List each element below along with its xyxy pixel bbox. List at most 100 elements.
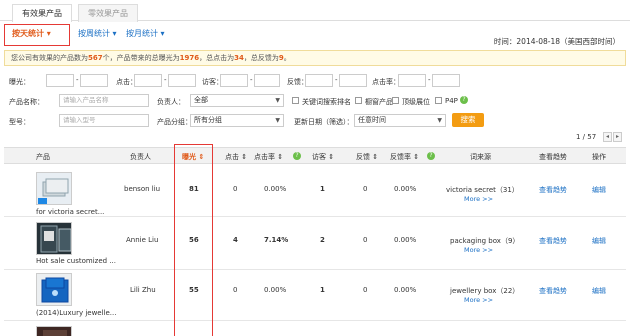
visitors-cell: 1 — [320, 286, 325, 294]
table-row: for victoria secret... benson liu 81 0 0… — [4, 164, 626, 217]
help-icon[interactable]: ? — [460, 96, 468, 104]
time-label: 时间：2014-08-18（美国西部时间） — [493, 37, 620, 46]
showcase-label: 橱窗产品 — [365, 98, 393, 106]
range-dash: - — [428, 76, 431, 84]
product-name[interactable]: for victoria secret... — [36, 208, 104, 216]
feedback-rate-cell: 0.00% — [394, 236, 417, 244]
help-icon[interactable]: ? — [427, 152, 435, 160]
product-count: 567 — [88, 54, 103, 62]
summary-notice: 您公司有效果的产品数为567个，产品带来的总曝光为1976，总点击为34，总反馈… — [4, 50, 626, 66]
tab-bar: 有效果产品 零效果产品 — [0, 0, 630, 22]
col-visitors[interactable]: 访客 ⇕ — [312, 152, 334, 162]
table-row — [4, 322, 626, 336]
product-name[interactable]: Hot sale customized ... — [36, 257, 116, 265]
col-ctr-label: 点击率 — [254, 153, 275, 161]
keyword-rank-checkbox[interactable] — [292, 97, 299, 104]
p4p-checkbox[interactable] — [435, 97, 442, 104]
exposure-min-input[interactable] — [46, 74, 74, 87]
next-page-button[interactable]: ▸ — [613, 132, 622, 142]
more-link[interactable]: More >> — [464, 195, 493, 203]
chevron-down-icon: ▾ — [46, 29, 51, 38]
product-name-label: 产品名称： — [9, 98, 44, 106]
owner-select[interactable]: 全部 ▼ — [190, 94, 284, 107]
visitors-min-input[interactable] — [220, 74, 248, 87]
col-ctr[interactable]: 点击率 ⇕ — [254, 152, 283, 162]
feedback-rate-cell: 0.00% — [394, 185, 417, 193]
search-button[interactable]: 搜索 — [452, 113, 484, 127]
clicks-cell: 4 — [233, 236, 238, 244]
total-clicks: 34 — [234, 54, 244, 62]
product-name-input[interactable]: 请输入产品名称 — [59, 94, 149, 107]
sort-icon: ⇕ — [277, 153, 284, 161]
chevron-down-icon: ▼ — [437, 117, 442, 124]
update-date-value: 任意时间 — [358, 116, 386, 124]
product-thumbnail[interactable] — [36, 326, 72, 336]
view-trend-link[interactable]: 查看趋势 — [539, 236, 567, 246]
notice-text: ，总反馈为 — [243, 54, 279, 62]
tab-zero-effect-products[interactable]: 零效果产品 — [78, 4, 138, 22]
col-clicks[interactable]: 点击 ⇕ — [225, 152, 247, 162]
p4p-label: P4P — [445, 97, 458, 105]
table-row: Hot sale customized ... Annie Liu 56 4 7… — [4, 218, 626, 270]
page-indicator: 1 / 57 — [576, 133, 597, 141]
sort-icon: ⇕ — [328, 153, 335, 161]
col-feedback[interactable]: 反馈 ⇕ — [356, 152, 378, 162]
keyword-source-cell: packaging box（9） — [450, 237, 520, 245]
clicks-max-input[interactable] — [168, 74, 196, 87]
monthly-stat-button[interactable]: 按月统计 ▾ — [126, 28, 165, 39]
chevron-down-icon: ▼ — [275, 117, 280, 124]
exposure-label: 曝光： — [9, 78, 30, 86]
help-icon[interactable]: ? — [293, 152, 301, 160]
clicks-cell: 0 — [233, 185, 238, 193]
product-thumbnail[interactable] — [36, 172, 72, 205]
sort-icon: ⇕ — [241, 153, 248, 161]
daily-stat-button[interactable]: 按天统计 ▾ — [12, 28, 51, 39]
exposure-max-input[interactable] — [80, 74, 108, 87]
clicks-min-input[interactable] — [134, 74, 162, 87]
product-name-placeholder: 请输入产品名称 — [63, 96, 109, 104]
col-feedback-rate[interactable]: 反馈率 ⇕ — [390, 152, 419, 162]
col-trend: 查看趋势 — [539, 153, 567, 161]
update-date-label: 更新日期（筛选）： — [294, 118, 354, 126]
view-trend-link[interactable]: 查看趋势 — [539, 286, 567, 296]
col-owner: 负责人 — [130, 153, 151, 161]
edit-link[interactable]: 编辑 — [592, 236, 606, 246]
tab-effective-products[interactable]: 有效果产品 — [12, 4, 72, 22]
clicks-cell: 0 — [233, 286, 238, 294]
range-dash: - — [164, 76, 167, 84]
ctr-min-input[interactable] — [398, 74, 426, 87]
sort-icon: ⇕ — [413, 153, 420, 161]
group-select-value: 所有分组 — [194, 116, 222, 124]
range-dash: - — [335, 76, 338, 84]
prev-page-button[interactable]: ◂ — [603, 132, 612, 142]
more-link[interactable]: More >> — [464, 246, 493, 254]
feedback-cell: 0 — [363, 185, 368, 193]
more-link[interactable]: More >> — [464, 296, 493, 304]
weekly-stat-button[interactable]: 按周统计 ▾ — [78, 28, 117, 39]
col-clicks-label: 点击 — [225, 153, 239, 161]
top-booth-checkbox[interactable] — [392, 97, 399, 104]
update-date-select[interactable]: 任意时间 ▼ — [354, 114, 446, 127]
table-row: (2014)Luxury jewelle... Lili Zhu 55 0 0.… — [4, 271, 626, 321]
group-select[interactable]: 所有分组 ▼ — [190, 114, 284, 127]
edit-link[interactable]: 编辑 — [592, 286, 606, 296]
showcase-checkbox[interactable] — [355, 97, 362, 104]
col-feedback-label: 反馈 — [356, 153, 370, 161]
model-input[interactable]: 请输入型号 — [59, 114, 149, 127]
keyword-rank-label: 关键词搜索排名 — [302, 98, 351, 106]
monthly-stat-label: 按月统计 — [126, 29, 158, 38]
edit-link[interactable]: 编辑 — [592, 185, 606, 195]
feedback-min-input[interactable] — [305, 74, 333, 87]
col-feedback-rate-label: 反馈率 — [390, 153, 411, 161]
product-thumbnail[interactable] — [36, 273, 72, 306]
product-name[interactable]: (2014)Luxury jewelle... — [36, 309, 116, 317]
product-image-icon — [37, 327, 71, 336]
product-thumbnail[interactable] — [36, 222, 72, 255]
range-dash: - — [250, 76, 253, 84]
ctr-cell: 0.00% — [264, 185, 287, 193]
feedback-max-input[interactable] — [339, 74, 367, 87]
product-image-icon — [37, 173, 71, 204]
ctr-max-input[interactable] — [432, 74, 460, 87]
visitors-max-input[interactable] — [254, 74, 280, 87]
view-trend-link[interactable]: 查看趋势 — [539, 185, 567, 195]
